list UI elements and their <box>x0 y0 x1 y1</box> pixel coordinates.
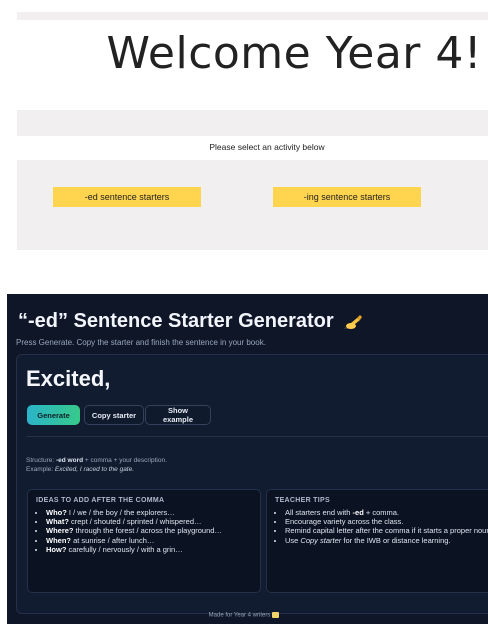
ideas-key: Who? <box>46 508 67 517</box>
ideas-text: I / we / the boy / the explorers… <box>66 508 175 517</box>
copy-starter-button[interactable]: Copy starter <box>84 405 144 425</box>
ideas-item: How? carefully / nervously / with a grin… <box>46 545 266 554</box>
tips-text: Use <box>285 535 301 545</box>
tips-italic: Copy starter <box>300 535 342 545</box>
ideas-item: What? crept / shouted / sprinted / whisp… <box>46 517 266 526</box>
show-example-button[interactable]: Show example <box>145 405 211 425</box>
ideas-key: How? <box>46 544 67 554</box>
structure-note: Structure: -ed word + comma + your descr… <box>26 456 167 474</box>
ideas-key: What? <box>46 517 69 527</box>
ideas-heading: Ideas to add after the comma <box>36 497 165 504</box>
tips-item: Remind capital letter after the comma if… <box>285 526 488 535</box>
ideas-text: at sunrise / after lunch… <box>71 535 155 545</box>
generator-title-text: “-ed” Sentence Starter Generator <box>18 310 334 332</box>
structure-line: Structure: -ed word + comma + your descr… <box>26 456 167 465</box>
tips-text: Encourage variety across the class. <box>285 517 404 527</box>
ing-starters-button[interactable]: -ing sentence starters <box>273 187 421 207</box>
ed-starters-button[interactable]: -ed sentence starters <box>53 187 201 207</box>
example-label: Example: <box>26 466 55 473</box>
activity-prompt: Please select an activity below <box>209 142 325 152</box>
structure-label: Structure: <box>26 457 56 464</box>
generator-title: “-ed” Sentence Starter Generator <box>18 310 363 333</box>
tips-text: All starters end with <box>285 508 353 517</box>
example-text: Excited, I raced to the gate. <box>54 466 135 473</box>
generator-subtitle: Press Generate. Copy the starter and fin… <box>16 338 266 347</box>
ideas-text: crept / shouted / sprinted / whispered… <box>68 517 202 527</box>
structure-bold: -ed word <box>55 457 84 464</box>
tips-item: Encourage variety across the class. <box>285 517 488 526</box>
tips-item: All starters end with -ed + comma. <box>285 508 488 517</box>
starter-word: Excited, <box>26 366 111 391</box>
tips-list: All starters end with -ed + comma. Encou… <box>275 508 488 545</box>
top-strip <box>17 12 488 20</box>
header-band <box>17 110 488 136</box>
tips-heading: Teacher tips <box>275 497 330 504</box>
writing-hand-icon <box>344 314 363 329</box>
tips-text: Remind capital letter after the comma if… <box>285 526 488 536</box>
tips-panel: Teacher tips All starters end with -ed +… <box>266 489 488 593</box>
ideas-item: When? at sunrise / after lunch… <box>46 536 266 545</box>
memo-icon <box>272 612 280 618</box>
tips-text: + comma. <box>363 508 399 517</box>
card-divider <box>26 436 488 437</box>
footer-text: Made for Year 4 writers <box>208 612 271 619</box>
footer: Made for Year 4 writers <box>0 612 488 619</box>
tips-text: for the IWB or distance learning. <box>341 535 451 545</box>
ideas-text: through the forest / across the playgrou… <box>73 526 222 536</box>
ideas-panel: Ideas to add after the comma Who? I / we… <box>27 489 261 593</box>
page-title: Welcome Year 4! <box>106 28 482 79</box>
example-line: Example: Excited, I raced to the gate. <box>26 465 167 474</box>
ideas-text: carefully / nervously / with a grin… <box>66 544 183 554</box>
tips-item: Use Copy starter for the IWB or distance… <box>285 536 488 545</box>
structure-rest: + comma + your description. <box>83 457 167 464</box>
tips-bold: -ed <box>352 508 364 517</box>
generate-button[interactable]: Generate <box>27 405 80 425</box>
ideas-item: Where? through the forest / across the p… <box>46 526 266 535</box>
ideas-item: Who? I / we / the boy / the explorers… <box>46 508 266 517</box>
ideas-key: Where? <box>46 526 74 536</box>
ideas-key: When? <box>46 535 71 545</box>
ideas-list: Who? I / we / the boy / the explorers… W… <box>36 508 266 554</box>
